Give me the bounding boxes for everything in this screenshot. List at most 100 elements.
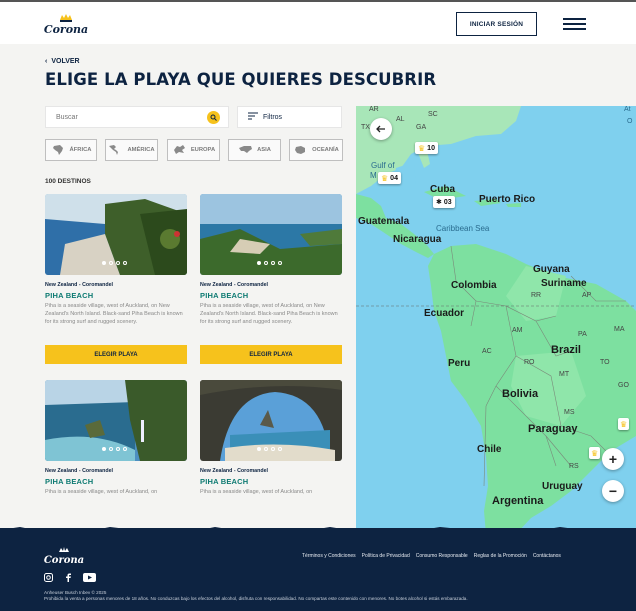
svg-text:Corona: Corona bbox=[44, 23, 88, 36]
map-label: Colombia bbox=[451, 280, 497, 291]
youtube-icon[interactable] bbox=[83, 573, 96, 582]
corona-logo[interactable]: Corona bbox=[44, 12, 88, 36]
continent-europe[interactable]: EUROPA bbox=[167, 139, 220, 161]
results-count: 100 DESTINOS bbox=[45, 178, 91, 185]
continent-asia[interactable]: ASIA bbox=[228, 139, 281, 161]
beach-name: PIHA BEACH bbox=[45, 291, 94, 300]
corona-logo-footer[interactable]: Corona bbox=[44, 546, 84, 566]
footer-link[interactable]: Consumo Responsable bbox=[416, 553, 468, 559]
carousel-dots[interactable] bbox=[257, 261, 282, 265]
map-label: Brazil bbox=[551, 344, 581, 356]
continent-label: ÁFRICA bbox=[69, 147, 92, 153]
map-back-button[interactable] bbox=[370, 118, 392, 140]
beach-photo[interactable] bbox=[45, 380, 187, 461]
beach-photo[interactable] bbox=[200, 194, 342, 275]
search-icon[interactable] bbox=[207, 111, 220, 124]
continent-filter-bar: ÁFRICA AMÉRICA EUROPA ASIA OCEANÍA bbox=[45, 139, 343, 161]
map-label: Guyana bbox=[533, 264, 570, 275]
destination-marker[interactable]: ♛ bbox=[589, 447, 601, 459]
map-label: GO bbox=[618, 382, 629, 389]
map-label: Ecuador bbox=[424, 308, 465, 319]
beach-location: New Zealand - Coromandel bbox=[45, 282, 113, 288]
beach-location: New Zealand - Coromandel bbox=[200, 468, 268, 474]
map-label: MA bbox=[614, 326, 625, 333]
map-label: SC bbox=[428, 111, 438, 118]
map-label: TO bbox=[600, 359, 610, 366]
map-label: Cuba bbox=[430, 184, 455, 195]
search-box bbox=[45, 106, 229, 128]
continent-america[interactable]: AMÉRICA bbox=[105, 139, 158, 161]
beach-photo[interactable] bbox=[45, 194, 187, 275]
carousel-dots[interactable] bbox=[102, 261, 127, 265]
copyright-text: Anheuser Busch Inbev © 2025 Prohibida la… bbox=[44, 590, 468, 602]
carousel-dots[interactable] bbox=[257, 447, 282, 451]
map-label: TX bbox=[361, 124, 370, 131]
chevron-left-icon: ‹ bbox=[45, 58, 48, 65]
map-label: M bbox=[370, 171, 377, 180]
map-label: RR bbox=[531, 292, 542, 299]
map-label: Caribbean Sea bbox=[436, 224, 490, 233]
map-label: Bolivia bbox=[502, 388, 539, 400]
map-label: AC bbox=[482, 348, 492, 355]
destination-marker[interactable]: ♛ bbox=[618, 418, 630, 430]
map-label: AR bbox=[369, 106, 379, 113]
carousel-dots[interactable] bbox=[102, 447, 127, 451]
crown-icon: ♛ bbox=[381, 173, 389, 183]
europe-icon bbox=[173, 145, 185, 154]
asia-icon bbox=[239, 146, 253, 153]
palm-icon: ✱ bbox=[436, 199, 442, 206]
map-label: At bbox=[624, 106, 631, 113]
destination-marker[interactable]: ♛ 04 bbox=[378, 172, 401, 184]
beach-photo[interactable] bbox=[200, 380, 342, 461]
footer-link[interactable]: Política de Privacidad bbox=[362, 553, 410, 559]
continent-africa[interactable]: ÁFRICA bbox=[45, 139, 97, 161]
social-links bbox=[44, 573, 96, 582]
map-label: MS bbox=[564, 409, 575, 416]
continent-label: OCEANÍA bbox=[312, 147, 339, 153]
map-label: RO bbox=[524, 359, 535, 366]
map-label: Chile bbox=[477, 444, 502, 455]
choose-beach-button[interactable]: ELEGIR PLAYA bbox=[200, 345, 342, 364]
footer-link[interactable]: Contáctanos bbox=[533, 553, 561, 559]
instagram-icon[interactable] bbox=[44, 573, 53, 582]
map-label: Puerto Rico bbox=[479, 194, 536, 205]
beach-location: New Zealand - Coromandel bbox=[200, 282, 268, 288]
destination-marker[interactable]: ♛ 10 bbox=[415, 142, 438, 154]
beach-name: PIHA BEACH bbox=[45, 477, 94, 486]
map-label: Gulf of bbox=[371, 161, 395, 170]
crown-icon: ♛ bbox=[620, 419, 628, 429]
crown-icon: ♛ bbox=[591, 448, 599, 458]
footer-links: Términos y Condiciones Política de Priva… bbox=[302, 553, 561, 559]
map-label: PA bbox=[578, 331, 587, 338]
filters-button[interactable]: Filtros bbox=[237, 106, 342, 128]
map-label: AP bbox=[582, 292, 592, 299]
login-button[interactable]: INICIAR SESIÓN bbox=[456, 12, 537, 36]
filters-icon bbox=[248, 112, 258, 122]
africa-icon bbox=[52, 145, 63, 155]
continent-label: ASIA bbox=[257, 147, 271, 153]
svg-text:Corona: Corona bbox=[44, 555, 84, 566]
back-link[interactable]: ‹ VOLVER bbox=[45, 58, 80, 65]
destination-marker[interactable]: ✱ 03 bbox=[433, 196, 455, 208]
beach-description: Piha is a seaside village, west of Auckl… bbox=[200, 303, 338, 325]
page-title: ELIGE LA PLAYA QUE QUIERES DESCUBRIR bbox=[45, 70, 437, 89]
footer-link[interactable]: Reglas de la Promoción bbox=[474, 553, 527, 559]
zoom-out-button[interactable]: − bbox=[602, 480, 624, 502]
search-input[interactable] bbox=[46, 107, 206, 127]
map-background bbox=[356, 106, 636, 534]
continent-oceania[interactable]: OCEANÍA bbox=[289, 139, 343, 161]
destinations-map[interactable]: AR AL GA SC TX At O Gulf of M Cuba Puert… bbox=[356, 106, 636, 534]
map-label: Guatemala bbox=[358, 216, 410, 227]
footer-link[interactable]: Términos y Condiciones bbox=[302, 553, 356, 559]
menu-icon[interactable] bbox=[563, 18, 586, 30]
map-label: AL bbox=[396, 116, 405, 123]
back-label: VOLVER bbox=[51, 58, 80, 65]
continent-label: AMÉRICA bbox=[127, 147, 155, 153]
beach-location: New Zealand - Coromandel bbox=[45, 468, 113, 474]
choose-beach-button[interactable]: ELEGIR PLAYA bbox=[45, 345, 187, 364]
oceania-icon bbox=[295, 146, 306, 154]
map-label: GA bbox=[416, 124, 427, 131]
zoom-in-button[interactable]: + bbox=[602, 448, 624, 470]
legal-disclaimer: Prohibida la venta a personas menores de… bbox=[44, 596, 468, 601]
facebook-icon[interactable] bbox=[65, 573, 71, 582]
